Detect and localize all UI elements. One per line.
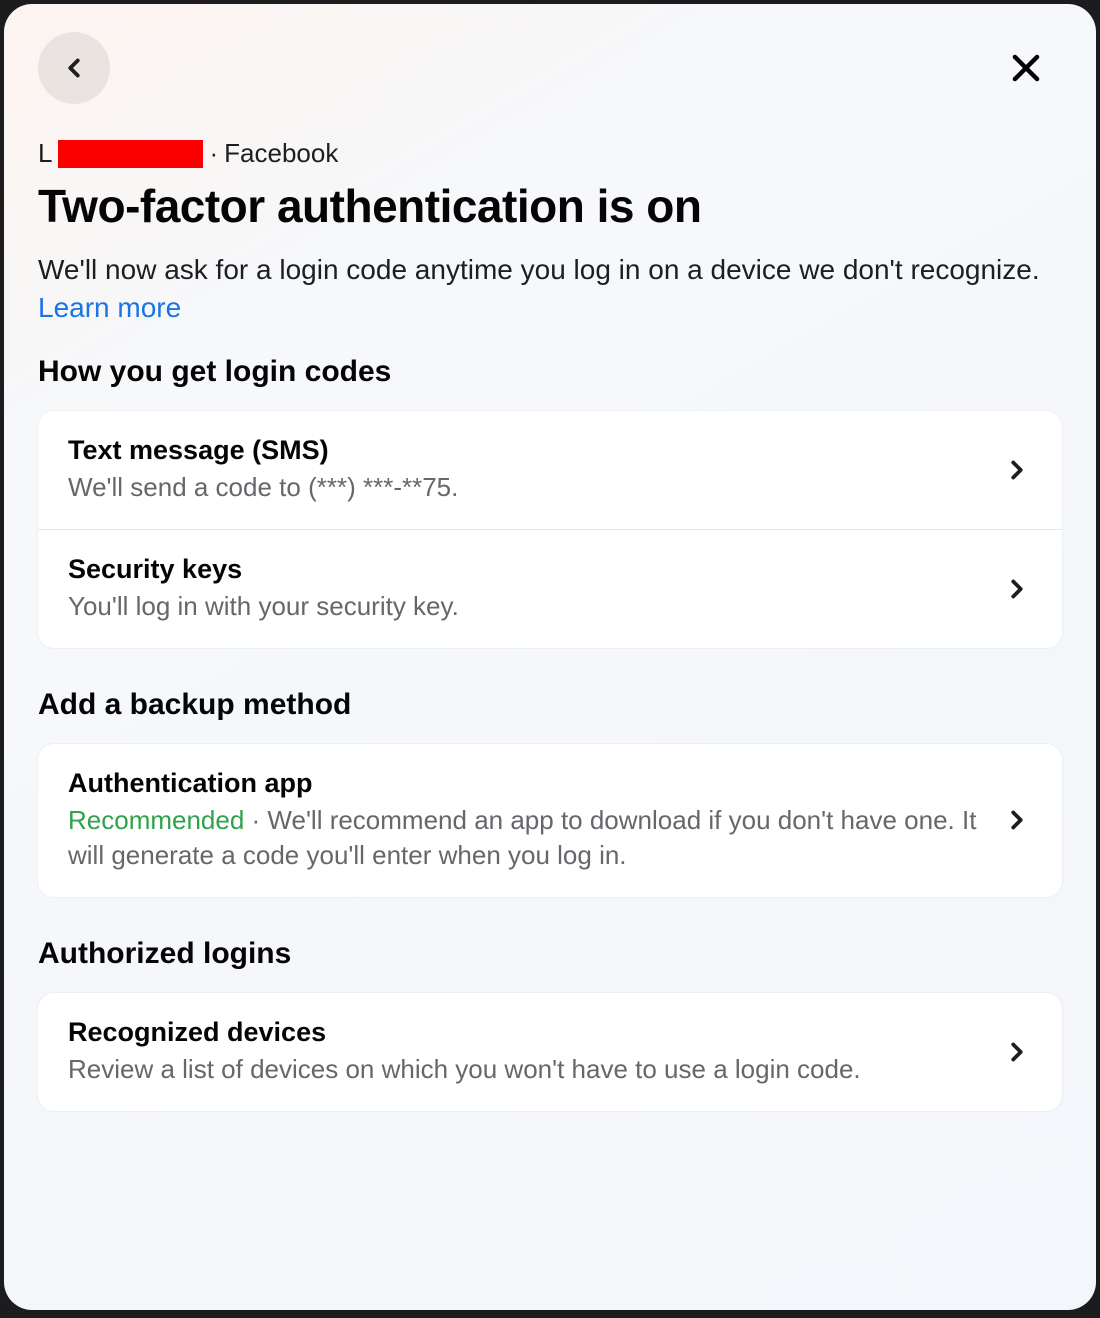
method-auth-app[interactable]: Authentication app Recommended · We'll r… [38,744,1062,897]
login-codes-group: Text message (SMS) We'll send a code to … [38,411,1062,648]
redacted-name [58,140,203,168]
method-sms-subtitle: We'll send a code to (***) ***-**75. [68,470,982,505]
method-security-keys-subtitle: You'll log in with your security key. [68,589,982,624]
chevron-right-icon [1002,805,1032,835]
chevron-right-icon [1002,455,1032,485]
method-sms-text: Text message (SMS) We'll send a code to … [68,435,982,505]
recognized-devices-subtitle: Review a list of devices on which you wo… [68,1052,982,1087]
method-auth-app-subtitle: Recommended · We'll recommend an app to … [68,803,982,873]
method-sms[interactable]: Text message (SMS) We'll send a code to … [38,411,1062,529]
recognized-devices[interactable]: Recognized devices Review a list of devi… [38,993,1062,1111]
close-button[interactable] [998,40,1054,96]
close-icon [1007,49,1045,87]
recognized-devices-title: Recognized devices [68,1017,982,1048]
recognized-devices-text: Recognized devices Review a list of devi… [68,1017,982,1087]
page-description: We'll now ask for a login code anytime y… [38,251,1062,327]
method-security-keys[interactable]: Security keys You'll log in with your se… [38,529,1062,648]
breadcrumb: L · Facebook [38,138,1062,169]
auth-app-separator: · [244,805,267,835]
method-sms-title: Text message (SMS) [68,435,982,466]
method-security-keys-title: Security keys [68,554,982,585]
breadcrumb-name-prefix: L [38,138,52,169]
method-auth-app-text: Authentication app Recommended · We'll r… [68,768,982,873]
backup-method-group: Authentication app Recommended · We'll r… [38,744,1062,897]
breadcrumb-separator: · [209,138,218,169]
authorized-logins-group: Recognized devices Review a list of devi… [38,993,1062,1111]
learn-more-link[interactable]: Learn more [38,292,181,323]
chevron-right-icon [1002,1037,1032,1067]
method-security-keys-text: Security keys You'll log in with your se… [68,554,982,624]
login-codes-heading: How you get login codes [38,355,1062,389]
two-factor-settings-modal: L · Facebook Two-factor authentication i… [4,4,1096,1310]
back-button[interactable] [38,32,110,104]
page-title: Two-factor authentication is on [38,179,1062,233]
authorized-logins-heading: Authorized logins [38,937,1062,971]
recommended-badge: Recommended [68,805,244,835]
chevron-right-icon [1002,574,1032,604]
method-auth-app-title: Authentication app [68,768,982,799]
breadcrumb-platform: Facebook [224,138,338,169]
modal-header [38,32,1062,104]
chevron-left-icon [59,53,89,83]
backup-method-heading: Add a backup method [38,688,1062,722]
description-text: We'll now ask for a login code anytime y… [38,254,1040,285]
